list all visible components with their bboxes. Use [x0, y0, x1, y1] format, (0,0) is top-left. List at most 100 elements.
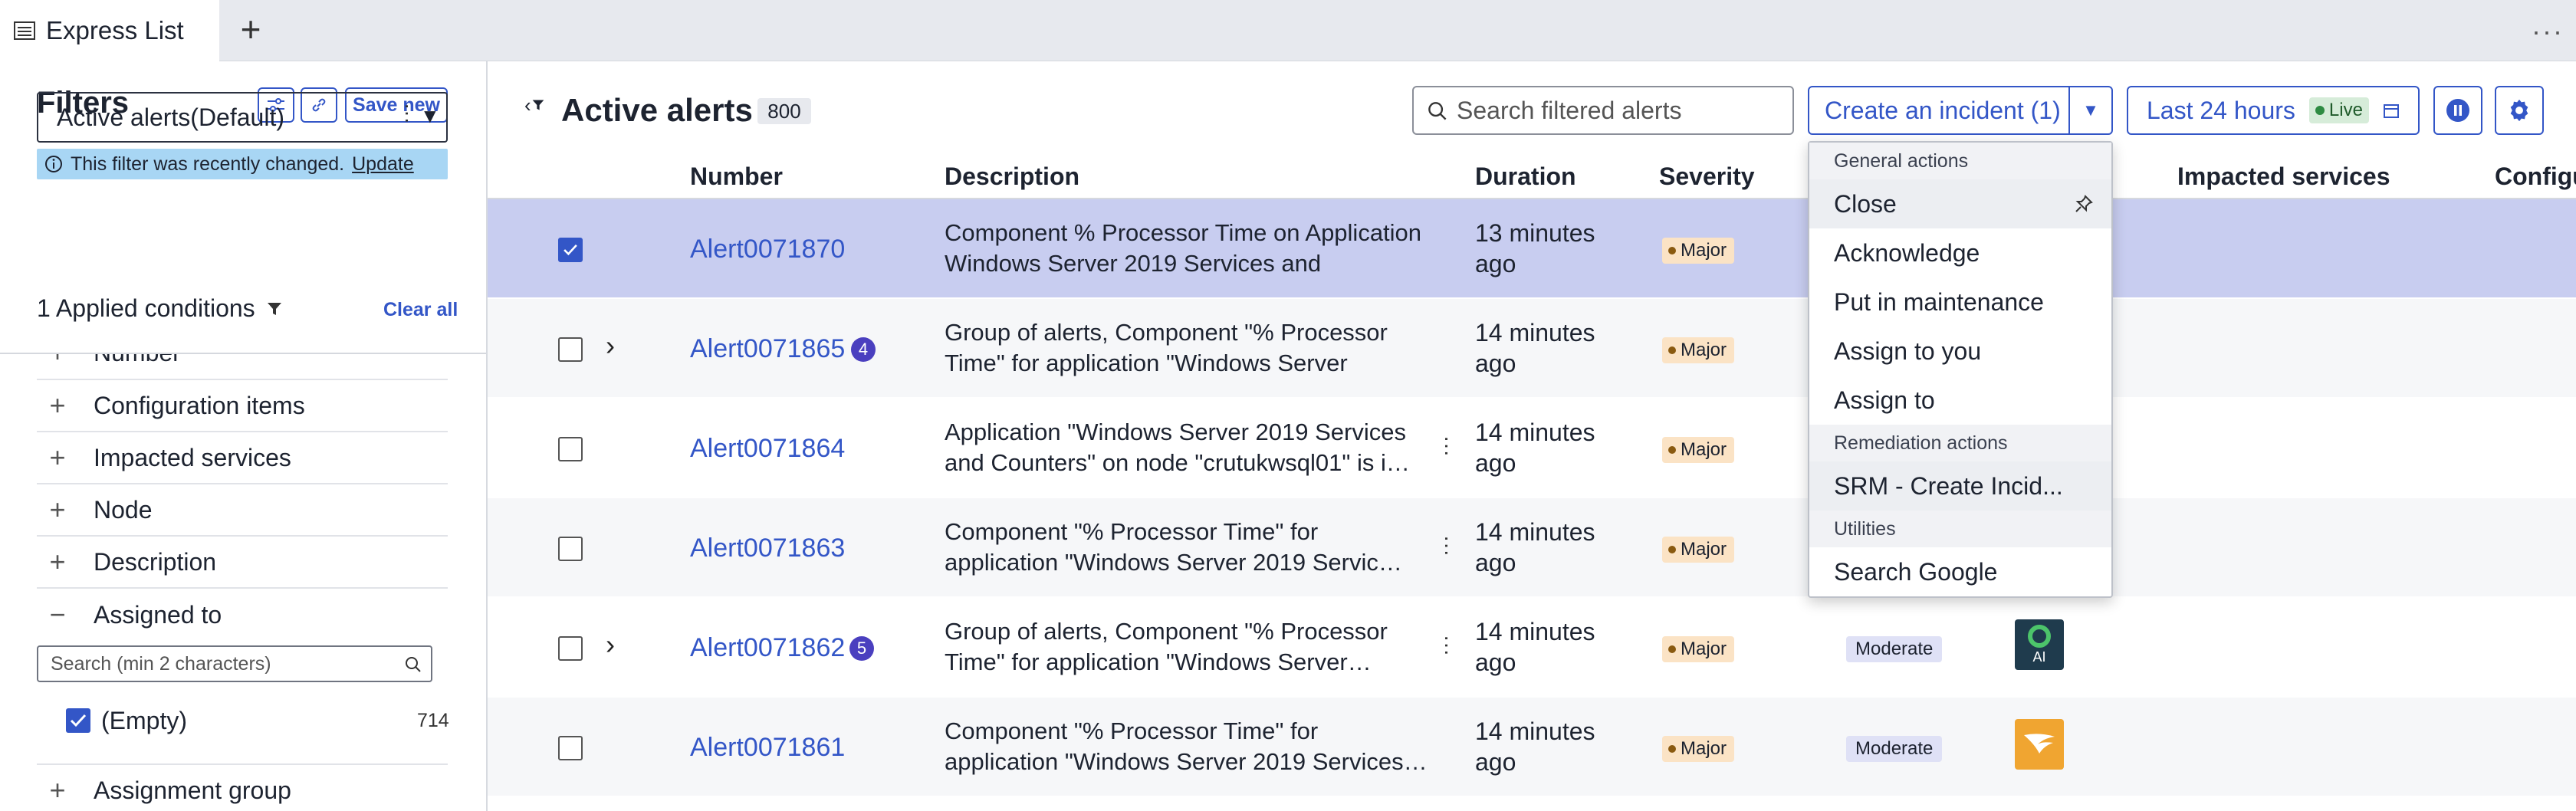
- live-label: Live: [2328, 100, 2363, 120]
- banner-text: This filter was recently changed.: [71, 153, 345, 175]
- row-checkbox[interactable]: [558, 437, 583, 461]
- filter-item-description[interactable]: + Description: [37, 537, 448, 589]
- severity-badge: Major: [1662, 736, 1735, 762]
- filter-changed-banner: This filter was recently changed. Update: [37, 149, 448, 179]
- column-header-duration[interactable]: Duration: [1475, 163, 1576, 191]
- filter-item-impacted-services[interactable]: + Impacted services: [37, 432, 448, 484]
- table-row[interactable]: Alert0071870 Component % Processor Time …: [488, 199, 2576, 299]
- table-row[interactable]: Alert0071863 Component "% Processor Time…: [488, 498, 2576, 598]
- collapse-filters-icon[interactable]: ‹: [524, 94, 545, 117]
- severity-badge: Major: [1662, 337, 1735, 363]
- alert-description: Group of alerts, Component "% Processor …: [945, 618, 1388, 675]
- menu-item-assign-to-you[interactable]: Assign to you: [1809, 327, 2111, 376]
- chevron-down-icon[interactable]: ▼: [420, 104, 440, 128]
- column-header-number[interactable]: Number: [690, 163, 783, 191]
- row-checkbox[interactable]: [558, 537, 583, 561]
- row-checkbox[interactable]: [558, 238, 583, 262]
- priority-badge: Moderate: [1846, 736, 1943, 762]
- alert-number-link[interactable]: Alert0071870: [690, 235, 845, 264]
- table-row[interactable]: › Alert0071865 4 Group of alerts, Compon…: [488, 299, 2576, 399]
- table-row[interactable]: Alert0071864 Application "Windows Server…: [488, 399, 2576, 498]
- menu-item-srm-create-incident[interactable]: SRM - Create Incid...: [1809, 461, 2111, 511]
- alert-number-link[interactable]: Alert0071865: [690, 334, 845, 364]
- pause-icon: [2446, 99, 2469, 122]
- table-row[interactable]: Alert0071861 Component "% Processor Time…: [488, 698, 2576, 797]
- filter-item-label: Impacted services: [94, 443, 291, 471]
- empty-option-label: (Empty): [101, 707, 187, 734]
- row-checkbox[interactable]: [558, 337, 583, 362]
- alert-number-link[interactable]: Alert0071861: [690, 733, 845, 763]
- clear-all-link[interactable]: Clear all: [383, 299, 458, 321]
- filter-item-node[interactable]: + Node: [37, 484, 448, 537]
- alert-description: Component "% Processor Time" for applica…: [945, 518, 1402, 576]
- severity-badge: Major: [1662, 537, 1735, 563]
- time-range-label: Last 24 hours: [2147, 96, 2295, 124]
- filter-select[interactable]: Active alerts(Default) ··· ▼: [37, 92, 448, 143]
- column-header-configuration[interactable]: Configu: [2495, 163, 2576, 191]
- check-icon: [70, 714, 87, 727]
- alert-description: Component "% Processor Time" for applica…: [945, 717, 1428, 775]
- severity-dot-icon: [1668, 745, 1676, 753]
- row-checkbox[interactable]: [558, 636, 583, 661]
- tab-express-list[interactable]: Express List: [0, 0, 219, 61]
- menu-item-assign-to[interactable]: Assign to: [1809, 376, 2111, 425]
- create-incident-button[interactable]: Create an incident (1): [1808, 86, 2070, 135]
- alert-number-link[interactable]: Alert0071862: [690, 633, 845, 663]
- menu-item-acknowledge[interactable]: Acknowledge: [1809, 228, 2111, 277]
- table-header: Number Description Duration Severity Imp…: [488, 150, 2576, 199]
- filter-item-label: Number: [94, 354, 181, 367]
- menu-item-search-google[interactable]: Search Google: [1809, 547, 2111, 596]
- row-checkbox[interactable]: [558, 736, 583, 760]
- empty-option-checkbox[interactable]: [66, 708, 90, 733]
- more-options-icon[interactable]: ···: [2532, 15, 2564, 48]
- filter-options-icon[interactable]: ···: [396, 103, 420, 124]
- plus-icon: +: [49, 774, 66, 806]
- alert-number-link[interactable]: Alert0071863: [690, 534, 845, 563]
- update-link[interactable]: Update: [352, 153, 414, 176]
- alert-number-link[interactable]: Alert0071864: [690, 434, 845, 464]
- severity-dot-icon: [1668, 546, 1676, 553]
- priority-badge: Moderate: [1846, 636, 1943, 662]
- filter-item-label: Configuration items: [94, 391, 305, 419]
- filter-item-assigned-to[interactable]: − Assigned to: [37, 589, 448, 641]
- list-icon: [14, 21, 35, 40]
- row-more-icon[interactable]: ···: [1435, 535, 1460, 557]
- row-more-icon[interactable]: ···: [1435, 435, 1460, 457]
- chevron-down-icon: ▼: [2082, 100, 2099, 120]
- column-header-impacted-services[interactable]: Impacted services: [2177, 163, 2390, 191]
- tab-label: Express List: [46, 16, 184, 44]
- menu-item-close[interactable]: Close: [1809, 179, 2111, 228]
- alert-duration: 13 minutes ago: [1475, 219, 1595, 277]
- filter-item-label: Node: [94, 495, 153, 524]
- row-more-icon[interactable]: ···: [1435, 635, 1460, 656]
- create-incident-dropdown-button[interactable]: ▼: [2068, 86, 2113, 135]
- solarwinds-app-icon: [2015, 719, 2064, 770]
- table-row[interactable]: › Alert0071862 5 Group of alerts, Compon…: [488, 598, 2576, 698]
- filter-item-number[interactable]: + Number: [37, 354, 448, 380]
- column-header-severity[interactable]: Severity: [1659, 163, 1755, 191]
- assigned-to-search-input[interactable]: Search (min 2 characters): [37, 645, 432, 682]
- time-range-button[interactable]: Last 24 hours Live: [2127, 86, 2420, 135]
- tab-bar: [0, 0, 2576, 61]
- severity-badge: Major: [1662, 636, 1735, 662]
- plus-icon: +: [49, 389, 66, 421]
- alert-duration: 14 minutes ago: [1475, 419, 1595, 477]
- menu-item-put-in-maintenance[interactable]: Put in maintenance: [1809, 277, 2111, 327]
- column-header-description[interactable]: Description: [945, 163, 1079, 191]
- expand-chevron-icon[interactable]: ›: [606, 330, 615, 362]
- severity-dot-icon: [1668, 446, 1676, 454]
- pin-icon[interactable]: [2075, 195, 2093, 213]
- pause-button[interactable]: [2433, 86, 2482, 135]
- add-tab-button[interactable]: +: [235, 11, 267, 47]
- severity-badge: Major: [1662, 238, 1735, 264]
- alert-description: Component % Processor Time on Applicatio…: [945, 219, 1422, 277]
- settings-button[interactable]: [2495, 86, 2544, 135]
- search-filtered-alerts-input[interactable]: Search filtered alerts: [1412, 86, 1794, 135]
- filter-item-assignment-group[interactable]: + Assignment group: [37, 763, 448, 811]
- applied-conditions: 1 Applied conditions: [37, 294, 283, 323]
- group-count-badge: 4: [851, 337, 876, 362]
- search-placeholder: Search filtered alerts: [1457, 96, 1682, 124]
- filter-item-configuration-items[interactable]: + Configuration items: [37, 380, 448, 432]
- expand-chevron-icon[interactable]: ›: [606, 629, 615, 661]
- filter-item-label: Description: [94, 547, 217, 576]
